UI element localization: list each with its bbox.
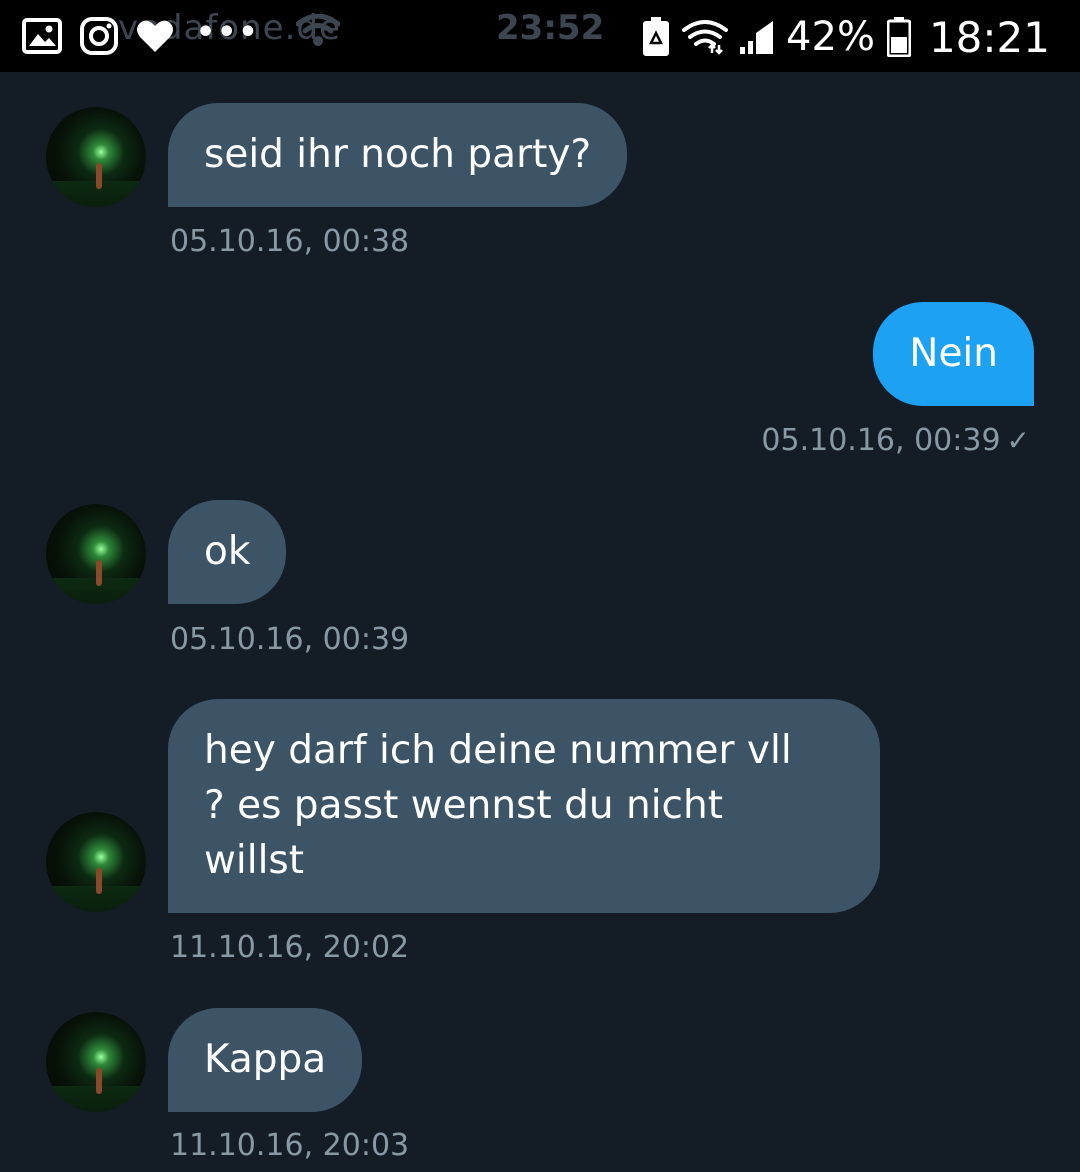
system-indicators: 42% 18:21 (642, 8, 1050, 66)
sender-avatar[interactable] (46, 1012, 146, 1112)
ghost-wifi-icon (295, 13, 341, 52)
read-checkmark-icon: ✓ (1006, 424, 1030, 457)
ghost-time-label: 23:52 (496, 8, 605, 48)
gallery-icon (22, 18, 62, 54)
message-timestamp-outgoing: 05.10.16, 00:39 ✓ (761, 423, 1030, 458)
message-timestamp: 11.10.16, 20:02 (170, 930, 410, 965)
message-bubble-incoming[interactable]: Kappa (168, 1008, 363, 1112)
message-bubble-incoming[interactable]: seid ihr noch party? (168, 103, 628, 207)
battery-saver-icon (642, 17, 670, 57)
cell-signal-icon (740, 19, 774, 55)
status-bar: vodafone.de 23:52 ••• 42% 18:21 (0, 0, 1080, 72)
message-bubble-incoming[interactable]: ok (168, 500, 287, 604)
status-clock: 18:21 (928, 12, 1050, 62)
battery-icon (886, 17, 911, 57)
message-bubble-outgoing[interactable]: Nein (873, 302, 1034, 406)
more-notifications-icon: ••• (196, 14, 260, 50)
heart-icon (136, 19, 174, 53)
message-bubble-incoming[interactable]: hey darf ich deine nummer vll ? es passt… (168, 699, 880, 913)
timestamp-text: 05.10.16, 00:39 (761, 423, 1001, 458)
battery-percent: 42% (786, 14, 875, 60)
sender-avatar[interactable] (46, 504, 146, 604)
sender-avatar[interactable] (46, 107, 146, 207)
wifi-icon (682, 19, 729, 55)
message-timestamp: 05.10.16, 00:39 (170, 622, 410, 657)
instagram-icon (80, 17, 118, 55)
message-thread[interactable]: seid ihr noch party? 05.10.16, 00:38 Nei… (0, 72, 1080, 1172)
message-timestamp: 05.10.16, 00:38 (170, 224, 410, 259)
sender-avatar[interactable] (46, 812, 146, 912)
message-timestamp: 11.10.16, 20:03 (170, 1128, 410, 1163)
notification-icons: ••• (22, 14, 260, 58)
